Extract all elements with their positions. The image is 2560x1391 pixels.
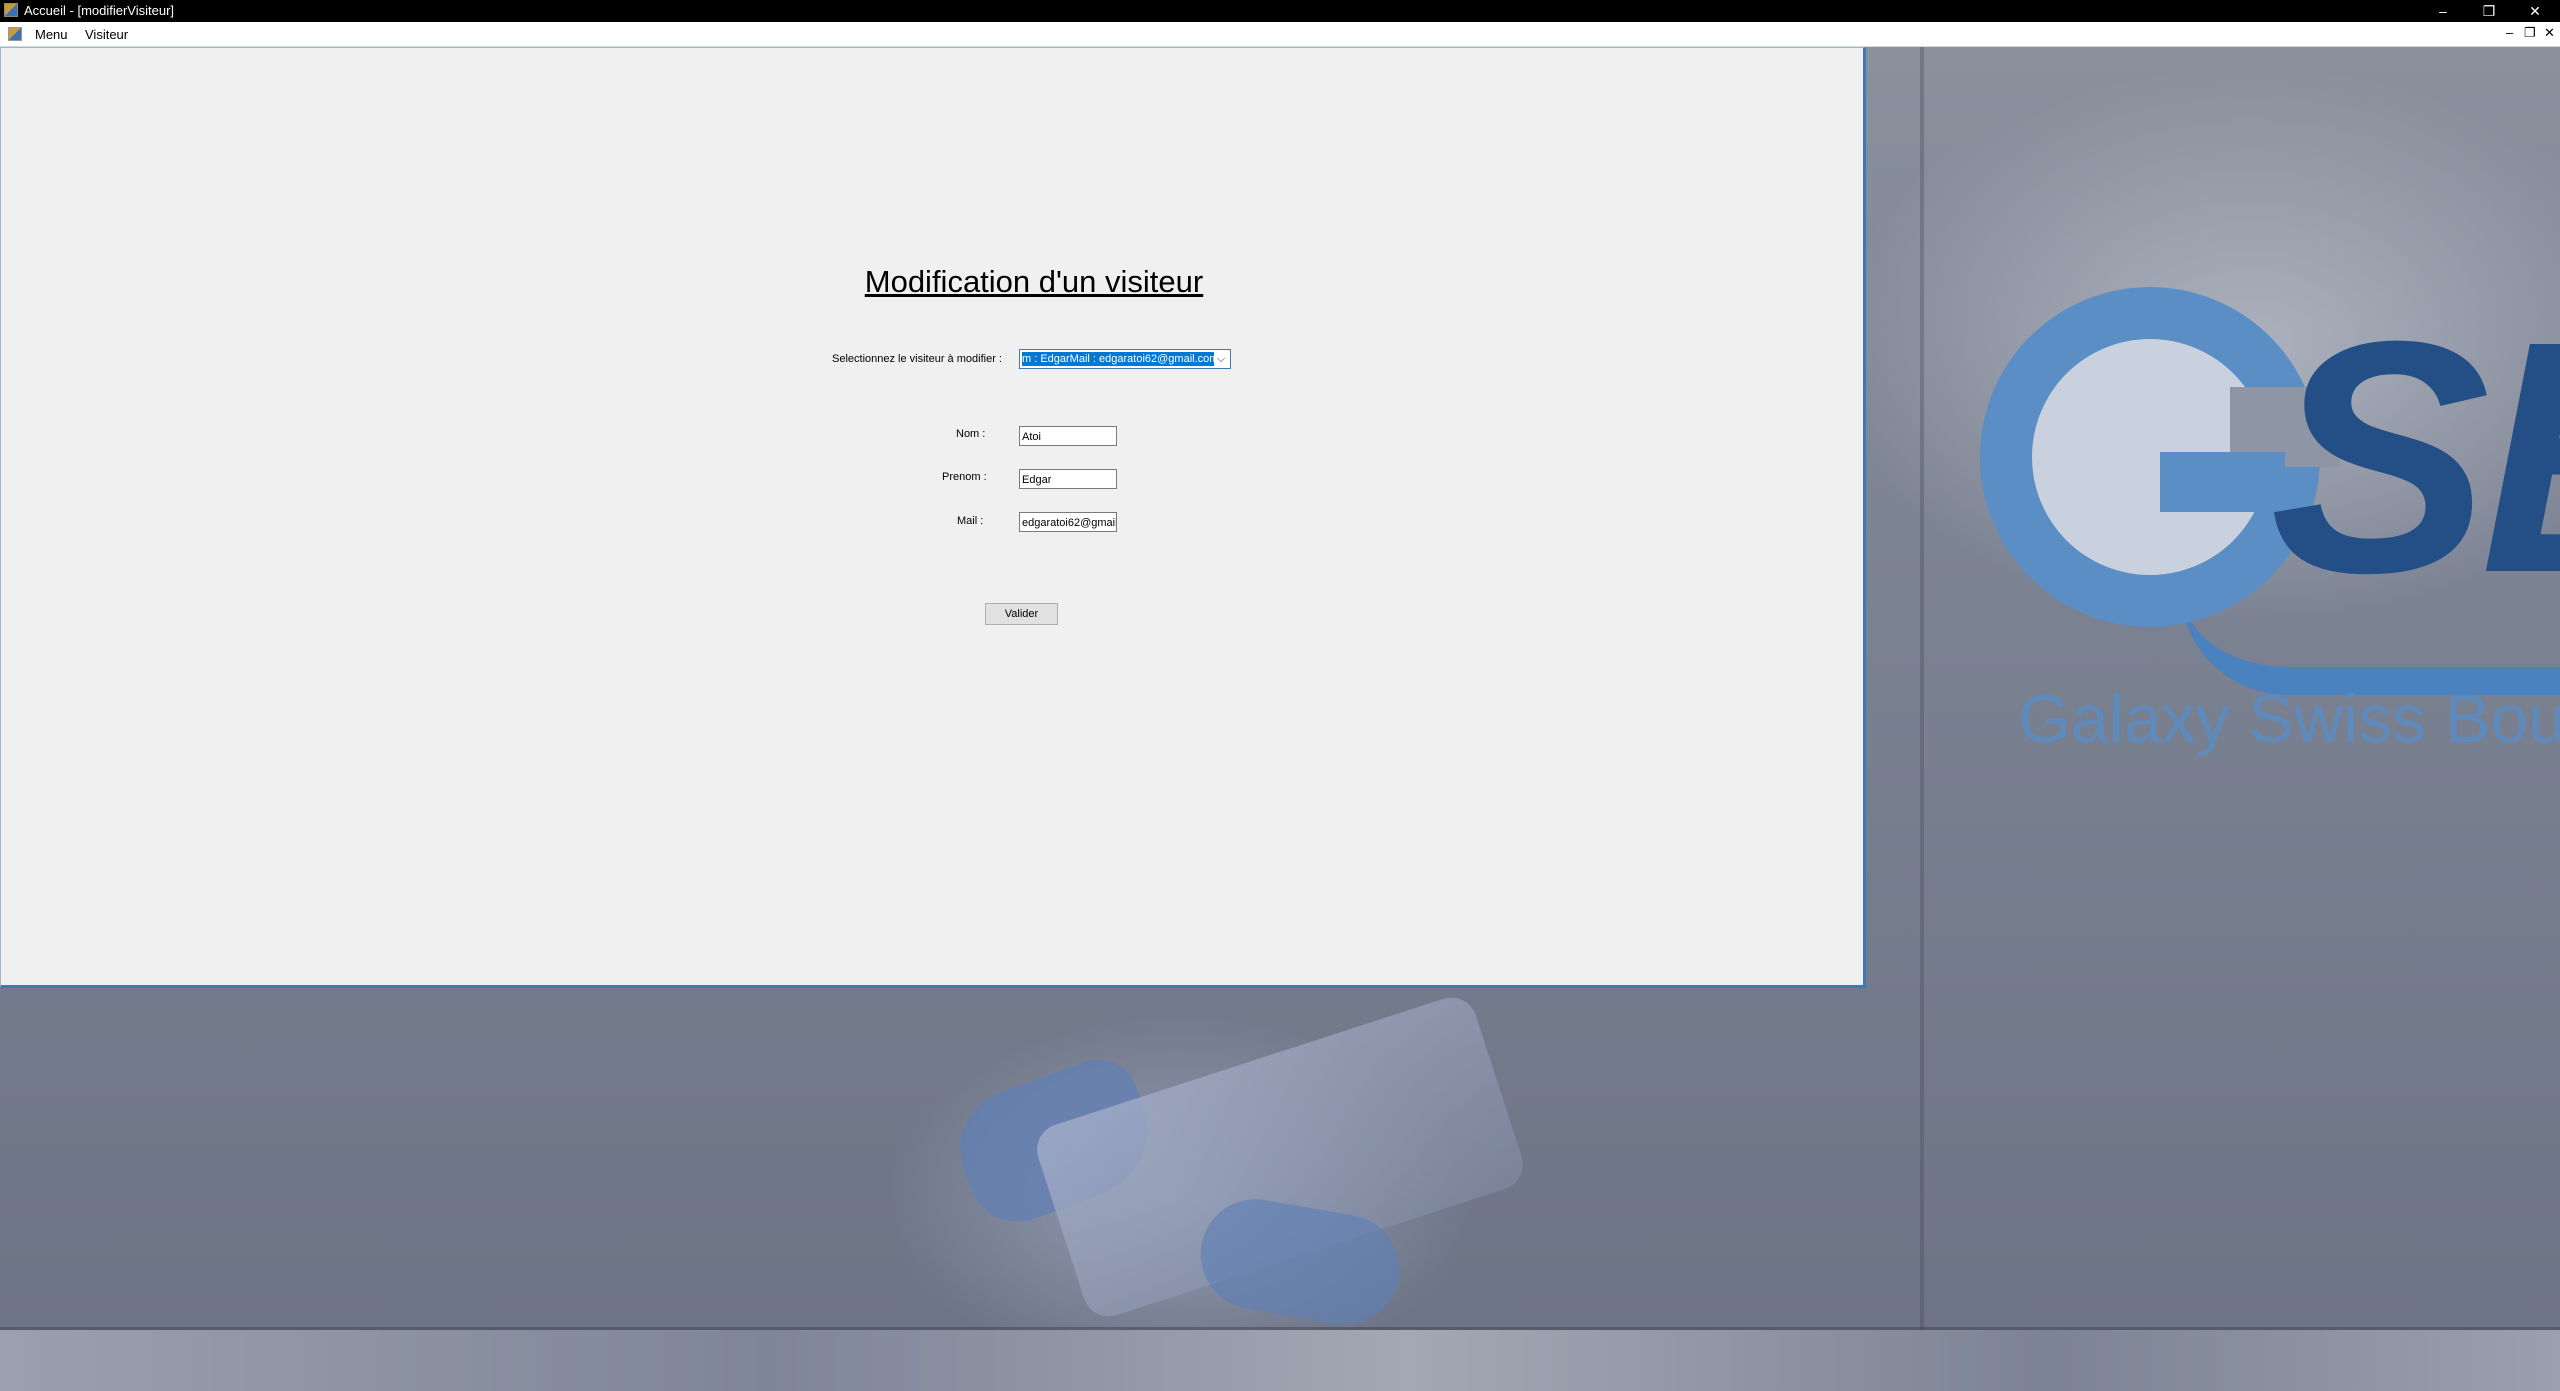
mail-label: Mail :	[957, 515, 984, 527]
visitor-select[interactable]: m : EdgarMail : edgaratoi62@gmail.com ⌵	[1019, 349, 1231, 369]
mail-field[interactable]: edgaratoi62@gmail.	[1019, 512, 1117, 532]
visitor-select-value: m : EdgarMail : edgaratoi62@gmail.com	[1022, 352, 1214, 366]
page-title: Modification d'un visiteur	[864, 264, 1204, 299]
background-seam	[1920, 47, 1924, 1391]
menu-item-visiteur[interactable]: Visiteur	[85, 27, 128, 42]
prenom-field[interactable]: Edgar	[1019, 469, 1117, 489]
mdi-restore-button[interactable]: ❐	[2524, 25, 2536, 41]
app-icon	[4, 3, 18, 17]
nom-field[interactable]: Atoi	[1019, 426, 1117, 446]
valider-button[interactable]: Valider	[985, 603, 1058, 625]
select-visitor-label: Selectionnez le visiteur à modifier :	[832, 353, 1002, 365]
logo-tagline: Galaxy Swiss Bourd	[2018, 681, 2560, 757]
gsb-logo: SE	[1980, 287, 2560, 847]
modifier-visiteur-form: Modification d'un visiteur Selectionnez …	[0, 47, 1866, 988]
window-titlebar: Accueil - [modifierVisiteur] – ❐ ✕	[0, 0, 2560, 22]
menubar: Menu Visiteur – ❐ ✕	[0, 22, 2560, 47]
mdi-close-button[interactable]: ✕	[2544, 25, 2555, 41]
mdi-child-icon[interactable]	[8, 27, 22, 41]
logo-g-bar	[2160, 452, 2285, 512]
background-strip	[0, 1330, 2560, 1391]
maximize-button[interactable]: ❐	[2466, 0, 2512, 22]
chevron-down-icon[interactable]: ⌵	[1214, 352, 1228, 366]
menu-item-menu[interactable]: Menu	[35, 27, 68, 42]
nom-label: Nom :	[956, 428, 986, 440]
logo-letters: SE	[2270, 287, 2560, 641]
prenom-label: Prenom :	[942, 471, 987, 483]
window-title: Accueil - [modifierVisiteur]	[24, 3, 175, 18]
close-button[interactable]: ✕	[2512, 0, 2558, 22]
minimize-button[interactable]: –	[2420, 0, 2466, 22]
mdi-minimize-button[interactable]: –	[2506, 25, 2513, 40]
logo-g	[1980, 287, 2340, 627]
